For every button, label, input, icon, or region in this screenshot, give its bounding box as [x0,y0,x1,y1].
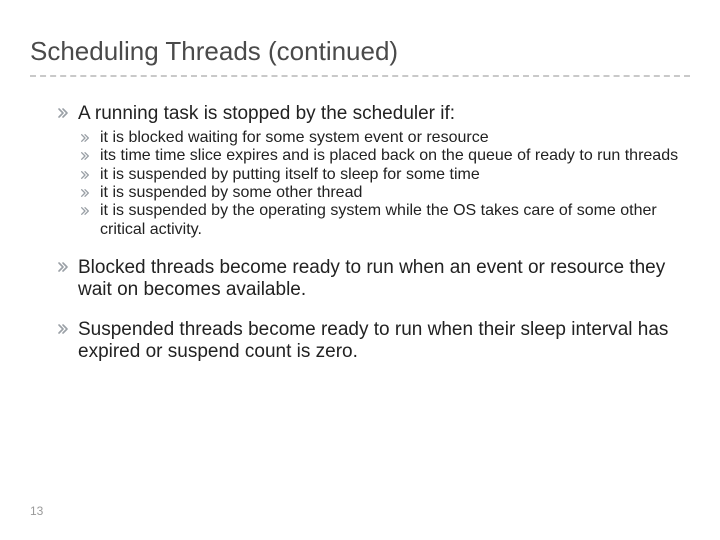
bullet-icon [78,186,92,200]
list-item: A running task is stopped by the schedul… [56,103,680,125]
bullet-icon [56,322,70,336]
sub-list: it is blocked waiting for some system ev… [56,129,680,239]
bullet-icon [78,168,92,182]
bullet-icon [78,149,92,163]
title-divider [30,75,690,77]
list-item: it is suspended by the operating system … [56,202,680,239]
list-item: it is blocked waiting for some system ev… [56,129,680,147]
spacer [56,305,680,319]
list-item-text: it is suspended by the operating system … [100,202,680,239]
list-item-text: it is suspended by putting itself to sle… [100,166,680,184]
bullet-icon [56,260,70,274]
list-item: it is suspended by putting itself to sle… [56,166,680,184]
slide: Scheduling Threads (continued) A running… [0,0,720,540]
list-item: Suspended threads become ready to run wh… [56,319,680,363]
page-title: Scheduling Threads (continued) [30,36,690,67]
list-item-text: Suspended threads become ready to run wh… [78,319,668,362]
list-item-text: it is suspended by some other thread [100,184,680,202]
bullet-icon [56,106,70,120]
bullet-icon [78,204,92,218]
slide-content: A running task is stopped by the schedul… [30,103,690,363]
list-item: Blocked threads become ready to run when… [56,257,680,301]
list-item-text: its time time slice expires and is place… [100,147,680,165]
list-item: its time time slice expires and is place… [56,147,680,165]
list-item: it is suspended by some other thread [56,184,680,202]
list-item-text: A running task is stopped by the schedul… [78,103,455,124]
list-item-text: it is blocked waiting for some system ev… [100,129,680,147]
bullet-icon [78,131,92,145]
page-number: 13 [30,504,43,518]
list-item-text: Blocked threads become ready to run when… [78,257,665,300]
